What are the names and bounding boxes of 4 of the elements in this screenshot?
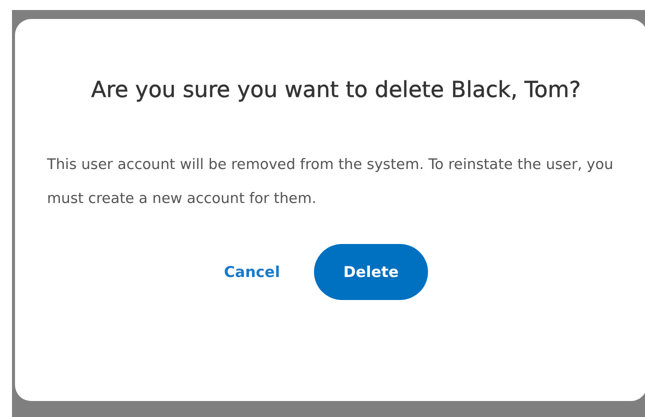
dialog-message: This user account will be removed from the system. To reinstate the user, you must create a new account for them.	[47, 156, 614, 209]
cancel-link[interactable]: Cancel	[224, 263, 280, 281]
delete-button[interactable]: Delete	[314, 244, 428, 300]
dialog-title: Are you sure you want to delete Black, Tom?	[90, 77, 582, 105]
